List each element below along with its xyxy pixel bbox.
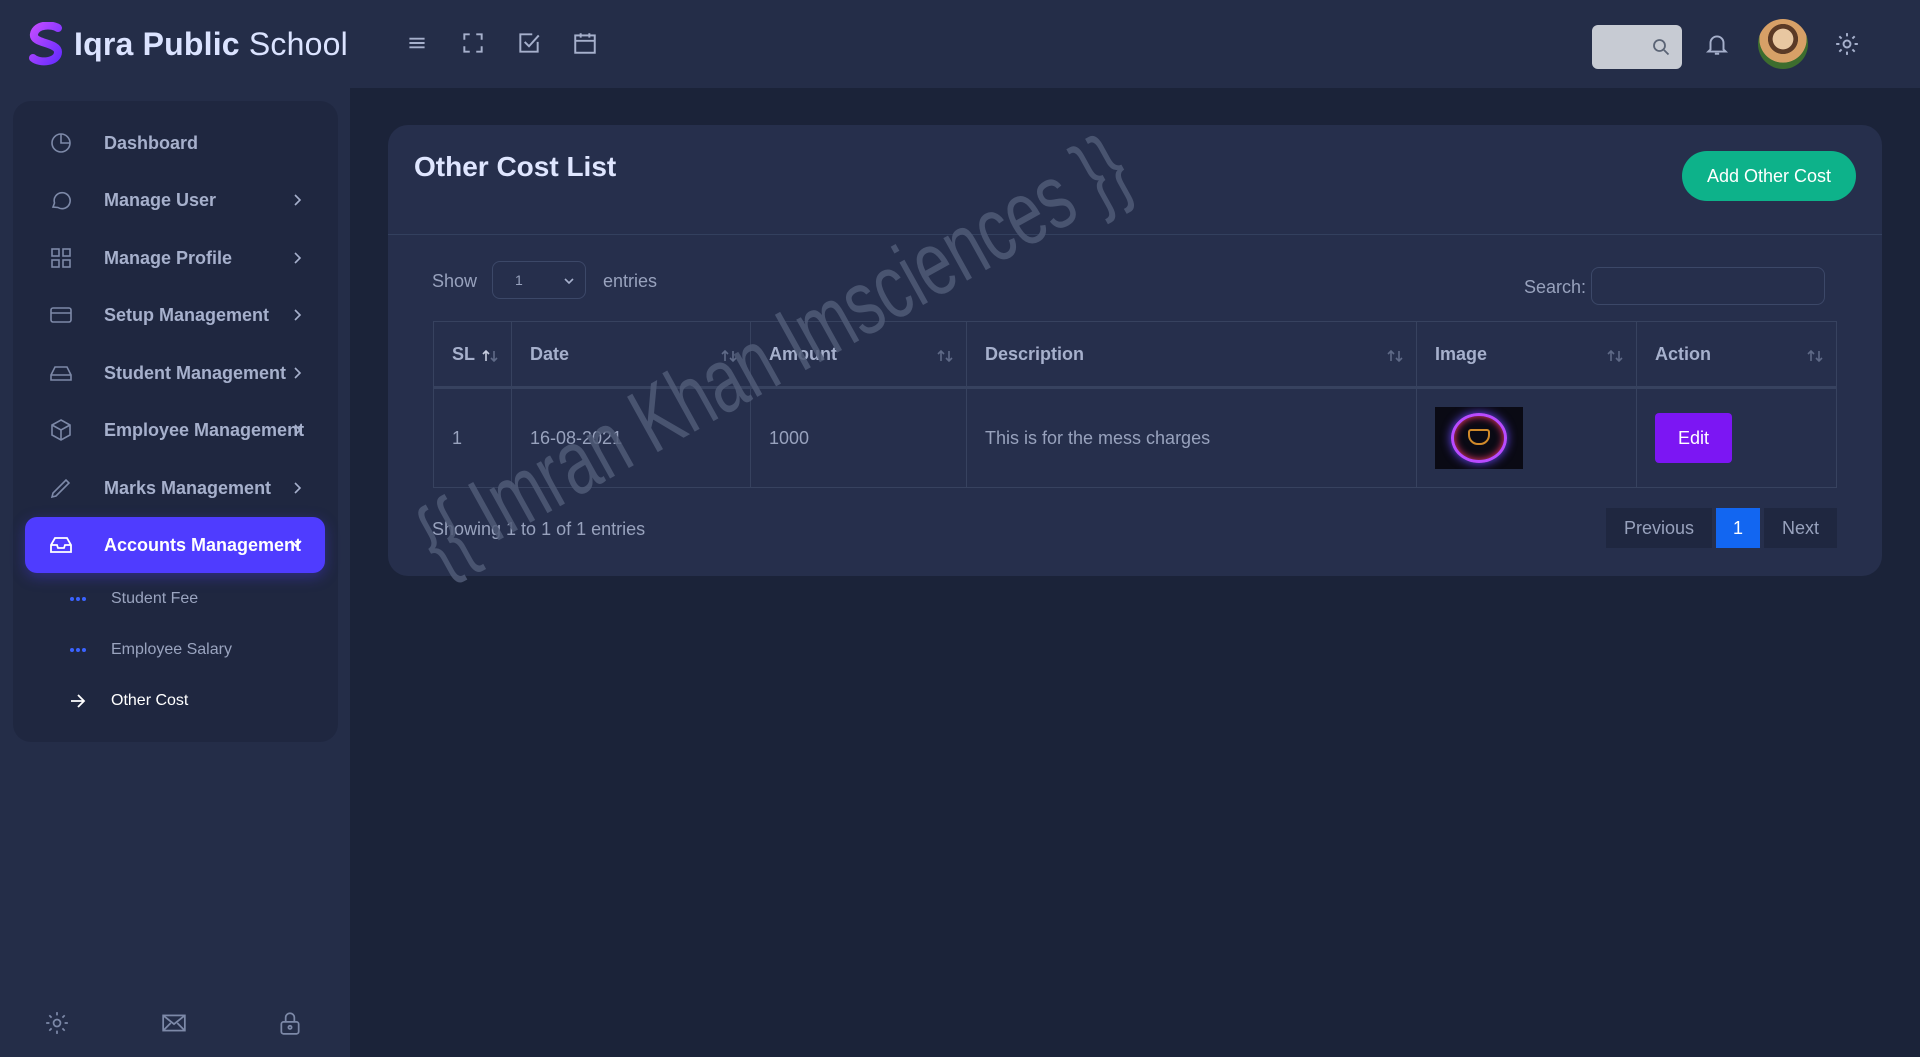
cell-amount: 1000: [750, 387, 967, 488]
sidebar-item-employee-management[interactable]: Employee Management: [25, 403, 325, 457]
column-header-image[interactable]: Image: [1416, 321, 1637, 389]
next-page-button[interactable]: Next: [1764, 508, 1838, 548]
entries-select-value: 1: [515, 272, 523, 288]
cost-image-thumbnail[interactable]: [1435, 407, 1523, 469]
subnav-item-employee-salary[interactable]: Employee Salary: [25, 632, 285, 668]
sidebar-item-marks-management[interactable]: Marks Management: [25, 461, 325, 515]
page-title: Other Cost List: [414, 151, 617, 182]
sidebar-item-label: Manage User: [104, 189, 217, 210]
table-row: 1 16-08-2021 1000 This is for the mess c…: [433, 387, 1837, 488]
dots-icon: [70, 597, 86, 601]
bell-icon[interactable]: [1704, 31, 1730, 57]
sidebar-item-manage-user[interactable]: Manage User: [25, 173, 325, 227]
subnav-item-label: Other Cost: [111, 692, 189, 709]
column-header-amount[interactable]: Amount: [750, 321, 967, 389]
cell-image: [1416, 387, 1637, 488]
sidebar-item-dashboard[interactable]: Dashboard: [25, 116, 325, 170]
sort-icon: [937, 349, 953, 363]
show-label: Show: [432, 271, 478, 291]
sidebar-item-label: Setup Management: [104, 304, 270, 325]
cell-sl: 1: [433, 387, 512, 488]
column-header-description[interactable]: Description: [966, 321, 1417, 389]
chevron-right-icon: [294, 252, 302, 264]
sort-asc-icon: [482, 349, 498, 363]
sidebar-item-manage-profile[interactable]: Manage Profile: [25, 231, 325, 285]
topbar: [350, 0, 1920, 88]
grid-icon: [51, 248, 71, 268]
pencil-icon: [50, 478, 71, 499]
sidebar-item-label: Manage Profile: [104, 247, 233, 268]
other-cost-table: SL Date Amount Description Image Action …: [433, 321, 1837, 488]
hard-drive-icon: [50, 366, 72, 381]
box-icon: [51, 419, 71, 441]
sort-icon: [1807, 349, 1823, 363]
pie-chart-icon: [51, 133, 71, 153]
chevron-right-icon: [294, 482, 302, 494]
brand-name: Iqra Public School: [74, 25, 348, 62]
edit-button[interactable]: Edit: [1655, 413, 1732, 463]
sidebar-item-label: Student Management: [104, 362, 287, 383]
chevron-right-icon: [294, 424, 302, 436]
gear-icon[interactable]: [1834, 31, 1860, 57]
search-label: Search:: [1524, 277, 1587, 297]
chevron-right-icon: [294, 367, 302, 379]
cell-description: This is for the mess charges: [966, 387, 1417, 488]
chevron-down-icon: [564, 278, 574, 285]
entries-select[interactable]: 1: [492, 261, 586, 299]
column-header-sl[interactable]: SL: [433, 321, 512, 389]
sidebar-item-accounts-management[interactable]: Accounts Management: [25, 517, 325, 573]
top-search-box[interactable]: [1592, 25, 1682, 69]
sidebar-item-setup-management[interactable]: Setup Management: [25, 288, 325, 342]
subnav-item-label: Student Fee: [111, 590, 199, 607]
brand[interactable]: Iqra Public School: [28, 20, 348, 68]
sort-icon: [721, 349, 737, 363]
column-header-date[interactable]: Date: [511, 321, 751, 389]
search-icon: [1653, 39, 1670, 56]
page-1-button[interactable]: 1: [1716, 508, 1761, 548]
table-search-input[interactable]: [1591, 267, 1825, 305]
gear-icon[interactable]: [44, 1010, 70, 1036]
chevron-down-icon: [290, 540, 302, 548]
column-header-action[interactable]: Action: [1636, 321, 1837, 389]
menu-icon[interactable]: [404, 30, 430, 56]
previous-page-button[interactable]: Previous: [1606, 508, 1713, 548]
credit-card-icon: [50, 307, 72, 323]
fullscreen-icon[interactable]: [460, 30, 486, 56]
chevron-right-icon: [294, 309, 302, 321]
entries-label: entries: [603, 271, 658, 291]
lock-icon[interactable]: [277, 1010, 303, 1036]
cell-action: Edit: [1636, 387, 1837, 488]
subnav-item-student-fee[interactable]: Student Fee: [25, 581, 285, 617]
sidebar-item-label: Dashboard: [104, 132, 199, 153]
nav-panel: Dashboard Manage User Manage Profile Set…: [13, 101, 338, 742]
arrow-right-icon: [71, 694, 86, 708]
brand-logo-icon: [29, 22, 63, 66]
dots-icon: [70, 648, 86, 652]
sidebar-item-label: Employee Management: [104, 419, 305, 440]
sort-icon: [1607, 349, 1623, 363]
checkbox-icon[interactable]: [516, 30, 542, 56]
sort-icon: [1387, 349, 1403, 363]
inbox-icon: [50, 537, 72, 553]
add-other-cost-button[interactable]: Add Other Cost: [1682, 151, 1856, 201]
avatar[interactable]: [1758, 19, 1808, 69]
calendar-icon[interactable]: [572, 30, 598, 56]
sidebar: Iqra Public School Dashboard Manage User…: [0, 0, 350, 1057]
chevron-right-icon: [294, 194, 302, 206]
divider: [388, 234, 1882, 235]
table-header-row: SL Date Amount Description Image Action: [433, 321, 1837, 389]
sidebar-item-label: Accounts Management: [104, 534, 302, 555]
subnav-item-other-cost[interactable]: Other Cost: [25, 683, 285, 719]
mail-icon[interactable]: [161, 1010, 187, 1036]
cell-date: 16-08-2021: [511, 387, 751, 488]
sidebar-footer: [0, 1000, 350, 1044]
sidebar-item-student-management[interactable]: Student Management: [25, 346, 325, 400]
pagination: Previous 1 Next: [1606, 508, 1841, 548]
subnav-item-label: Employee Salary: [111, 641, 232, 658]
other-cost-card: Other Cost List Add Other Cost Show 1 en…: [388, 125, 1882, 576]
table-info: Showing 1 to 1 of 1 entries: [432, 519, 646, 539]
chat-icon: [51, 191, 71, 210]
sidebar-item-label: Marks Management: [104, 477, 272, 498]
